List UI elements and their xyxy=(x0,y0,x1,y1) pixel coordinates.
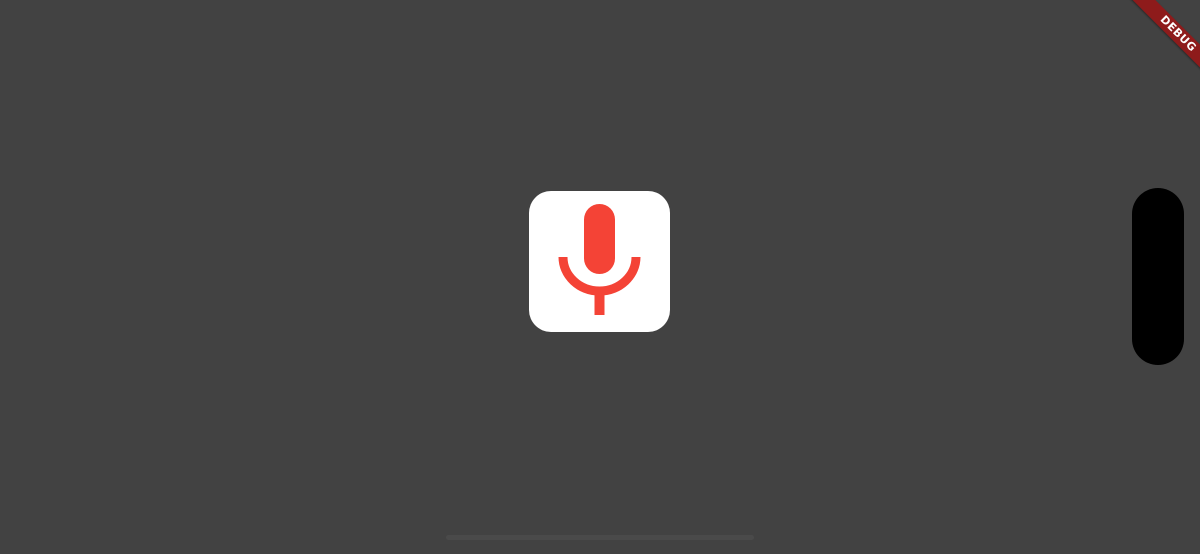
microphone-button[interactable] xyxy=(529,191,670,332)
debug-banner: DEBUG xyxy=(1122,0,1200,90)
home-indicator[interactable] xyxy=(446,535,754,540)
app-screen: DEBUG xyxy=(0,0,1200,554)
device-camera-notch xyxy=(1132,188,1184,365)
microphone-icon xyxy=(558,204,641,315)
debug-banner-corner: DEBUG xyxy=(1100,0,1200,100)
